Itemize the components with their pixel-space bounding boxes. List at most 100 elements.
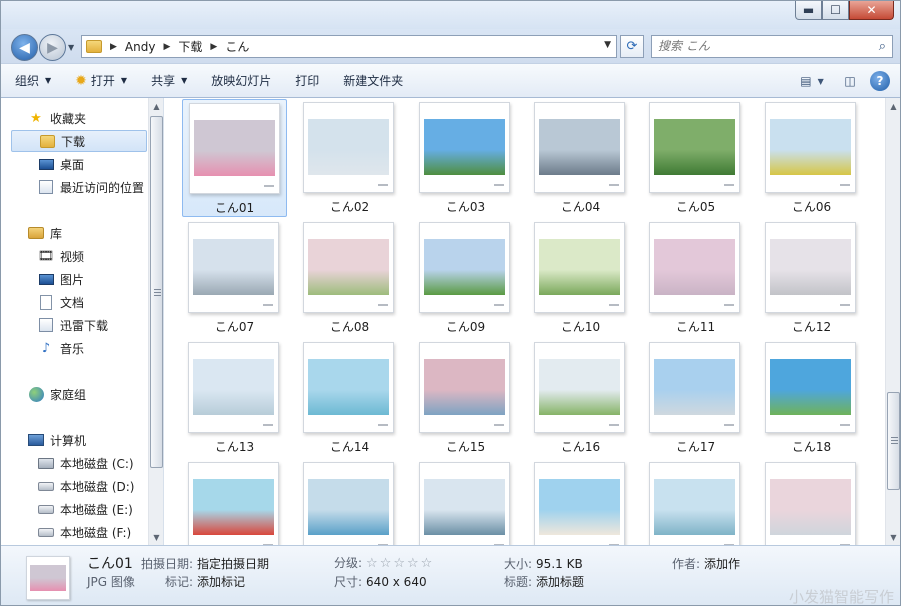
search-box[interactable]: ⌕ (651, 35, 893, 58)
file-tile[interactable] (297, 459, 402, 545)
recent-pages-dropdown[interactable]: ▼ (68, 43, 74, 52)
preview-pane-button[interactable]: ◫ (838, 69, 862, 93)
sidebar-item-pictures[interactable]: 图片 (1, 268, 147, 290)
breadcrumb-separator[interactable]: ▶ (163, 42, 170, 52)
sidebar-item-drive-c[interactable]: 本地磁盘 (C:) (1, 452, 147, 474)
sidebar-item-desktop[interactable]: 桌面 (1, 153, 147, 175)
organize-button[interactable]: 组织 ▼ (5, 69, 61, 93)
sidebar-item-homegroup[interactable]: 家庭组 (1, 383, 147, 405)
scrollbar-thumb[interactable] (887, 392, 900, 490)
sidebar-item-thunder[interactable]: 迅雷下载 (1, 314, 147, 336)
maximize-button[interactable]: ☐ (822, 1, 849, 20)
image-thumbnail (649, 342, 740, 433)
date-taken-value[interactable]: 指定拍摄日期 (197, 557, 269, 571)
sidebar-item-drive-e[interactable]: 本地磁盘 (E:) (1, 498, 147, 520)
scrollbar-thumb[interactable] (150, 116, 163, 468)
thumbnail-image (424, 119, 505, 175)
share-button[interactable]: 共享 ▼ (141, 69, 197, 93)
image-thumbnail (649, 222, 740, 313)
file-tile[interactable] (182, 459, 287, 545)
file-tile[interactable]: こん13 (182, 339, 287, 457)
file-tile[interactable]: こん03 (413, 99, 518, 217)
file-tile[interactable]: こん16 (528, 339, 633, 457)
file-tile[interactable] (528, 459, 633, 545)
sidebar-item-documents[interactable]: 文档 (1, 291, 147, 313)
sidebar-item-drive-f[interactable]: 本地磁盘 (F:) (1, 521, 147, 543)
slideshow-button[interactable]: 放映幻灯片 (201, 69, 281, 93)
sidebar-item-favorites[interactable]: ★ 收藏夹 (1, 107, 147, 129)
navigation-pane: ★ 收藏夹 下载 桌面 最近访问的位置 库 🎞 视频 图片 文档 迅雷下载 ♪ 音乐 … (1, 98, 164, 545)
breadcrumb-separator[interactable]: ▶ (110, 42, 117, 52)
sidebar-item-label: 文档 (60, 295, 85, 310)
search-icon[interactable]: ⌕ (879, 39, 886, 54)
breadcrumb-kon[interactable]: こん (225, 38, 249, 55)
file-tile[interactable] (643, 459, 748, 545)
file-tile[interactable]: こん09 (413, 219, 518, 337)
close-button[interactable]: ✕ (849, 1, 894, 20)
file-tile[interactable]: こん11 (643, 219, 748, 337)
sidebar-item-label: 音乐 (60, 341, 85, 356)
change-view-button[interactable]: ▤ ▼ (800, 69, 824, 93)
file-tile[interactable]: こん15 (413, 339, 518, 457)
sidebar-item-drive-d[interactable]: 本地磁盘 (D:) (1, 475, 147, 497)
new-folder-button[interactable]: 新建文件夹 (333, 69, 413, 93)
refresh-button[interactable]: ⟳ (620, 35, 644, 58)
thumbnail-image (308, 239, 389, 295)
thumbnail-watermark (494, 184, 504, 186)
navigation-scrollbar[interactable]: ▲ ▼ (148, 98, 163, 545)
title-value[interactable]: 添加标题 (536, 575, 584, 589)
thumbnail-image (770, 479, 851, 535)
sidebar-item-computer[interactable]: 计算机 (1, 429, 147, 451)
window-controls: ▬ ☐ ✕ (795, 1, 894, 20)
breadcrumb-andy[interactable]: Andy (125, 40, 156, 54)
file-tile[interactable] (413, 459, 518, 545)
forward-arrow-icon: ▶ (47, 39, 58, 56)
sidebar-item-libraries[interactable]: 库 (1, 222, 147, 244)
thumbnail-watermark (609, 424, 619, 426)
scroll-up-arrow[interactable]: ▲ (886, 98, 900, 114)
open-button[interactable]: ✹ 打开 ▼ (65, 69, 137, 93)
file-tile[interactable]: こん14 (297, 339, 402, 457)
chevron-down-icon: ▼ (45, 76, 52, 85)
file-tile[interactable]: こん06 (759, 99, 864, 217)
address-bar[interactable]: ▶ Andy ▶ 下载 ▶ こん ▼ (81, 35, 617, 58)
file-view-scrollbar[interactable]: ▲ ▼ (885, 98, 900, 545)
file-tile[interactable]: こん10 (528, 219, 633, 337)
preview-pane-icon: ◫ (844, 74, 856, 88)
view-icon: ▤ (800, 74, 812, 88)
back-button[interactable]: ◀ (11, 34, 38, 61)
breadcrumb-downloads[interactable]: 下载 (178, 38, 202, 55)
thumbnail-watermark (263, 304, 273, 306)
scroll-up-arrow[interactable]: ▲ (149, 98, 163, 114)
sidebar-item-recent[interactable]: 最近访问的位置 (1, 176, 147, 198)
sidebar-item-videos[interactable]: 🎞 视频 (1, 245, 147, 267)
sidebar-item-downloads[interactable]: 下载 (11, 130, 147, 152)
file-tile[interactable]: こん05 (643, 99, 748, 217)
breadcrumb-separator[interactable]: ▶ (210, 42, 217, 52)
image-thumbnail (188, 222, 279, 313)
search-input[interactable] (658, 36, 858, 56)
tags-value[interactable]: 添加标记 (197, 575, 245, 589)
address-dropdown[interactable]: ▼ (604, 40, 611, 50)
author-value[interactable]: 添加作 (704, 557, 740, 571)
file-tile[interactable]: こん04 (528, 99, 633, 217)
file-tile[interactable]: こん07 (182, 219, 287, 337)
scroll-down-arrow[interactable]: ▼ (886, 529, 900, 545)
scroll-down-arrow[interactable]: ▼ (149, 529, 163, 545)
print-button[interactable]: 打印 (285, 69, 329, 93)
file-tile[interactable]: こん17 (643, 339, 748, 457)
file-tile[interactable]: こん08 (297, 219, 402, 337)
help-button[interactable]: ? (868, 69, 892, 93)
sidebar-item-music[interactable]: ♪ 音乐 (1, 337, 147, 359)
file-tile[interactable]: こん02 (297, 99, 402, 217)
minimize-button[interactable]: ▬ (795, 1, 822, 20)
forward-button[interactable]: ▶ (39, 34, 66, 61)
file-tile[interactable]: こん12 (759, 219, 864, 337)
thumbnail-watermark (724, 304, 734, 306)
file-tile[interactable]: こん01 (182, 99, 287, 217)
help-icon: ? (870, 71, 890, 91)
file-tile[interactable] (759, 459, 864, 545)
rating-stars[interactable]: ☆☆☆☆☆ (366, 556, 434, 571)
file-tile[interactable]: こん18 (759, 339, 864, 457)
thumbnail-image (654, 479, 735, 535)
